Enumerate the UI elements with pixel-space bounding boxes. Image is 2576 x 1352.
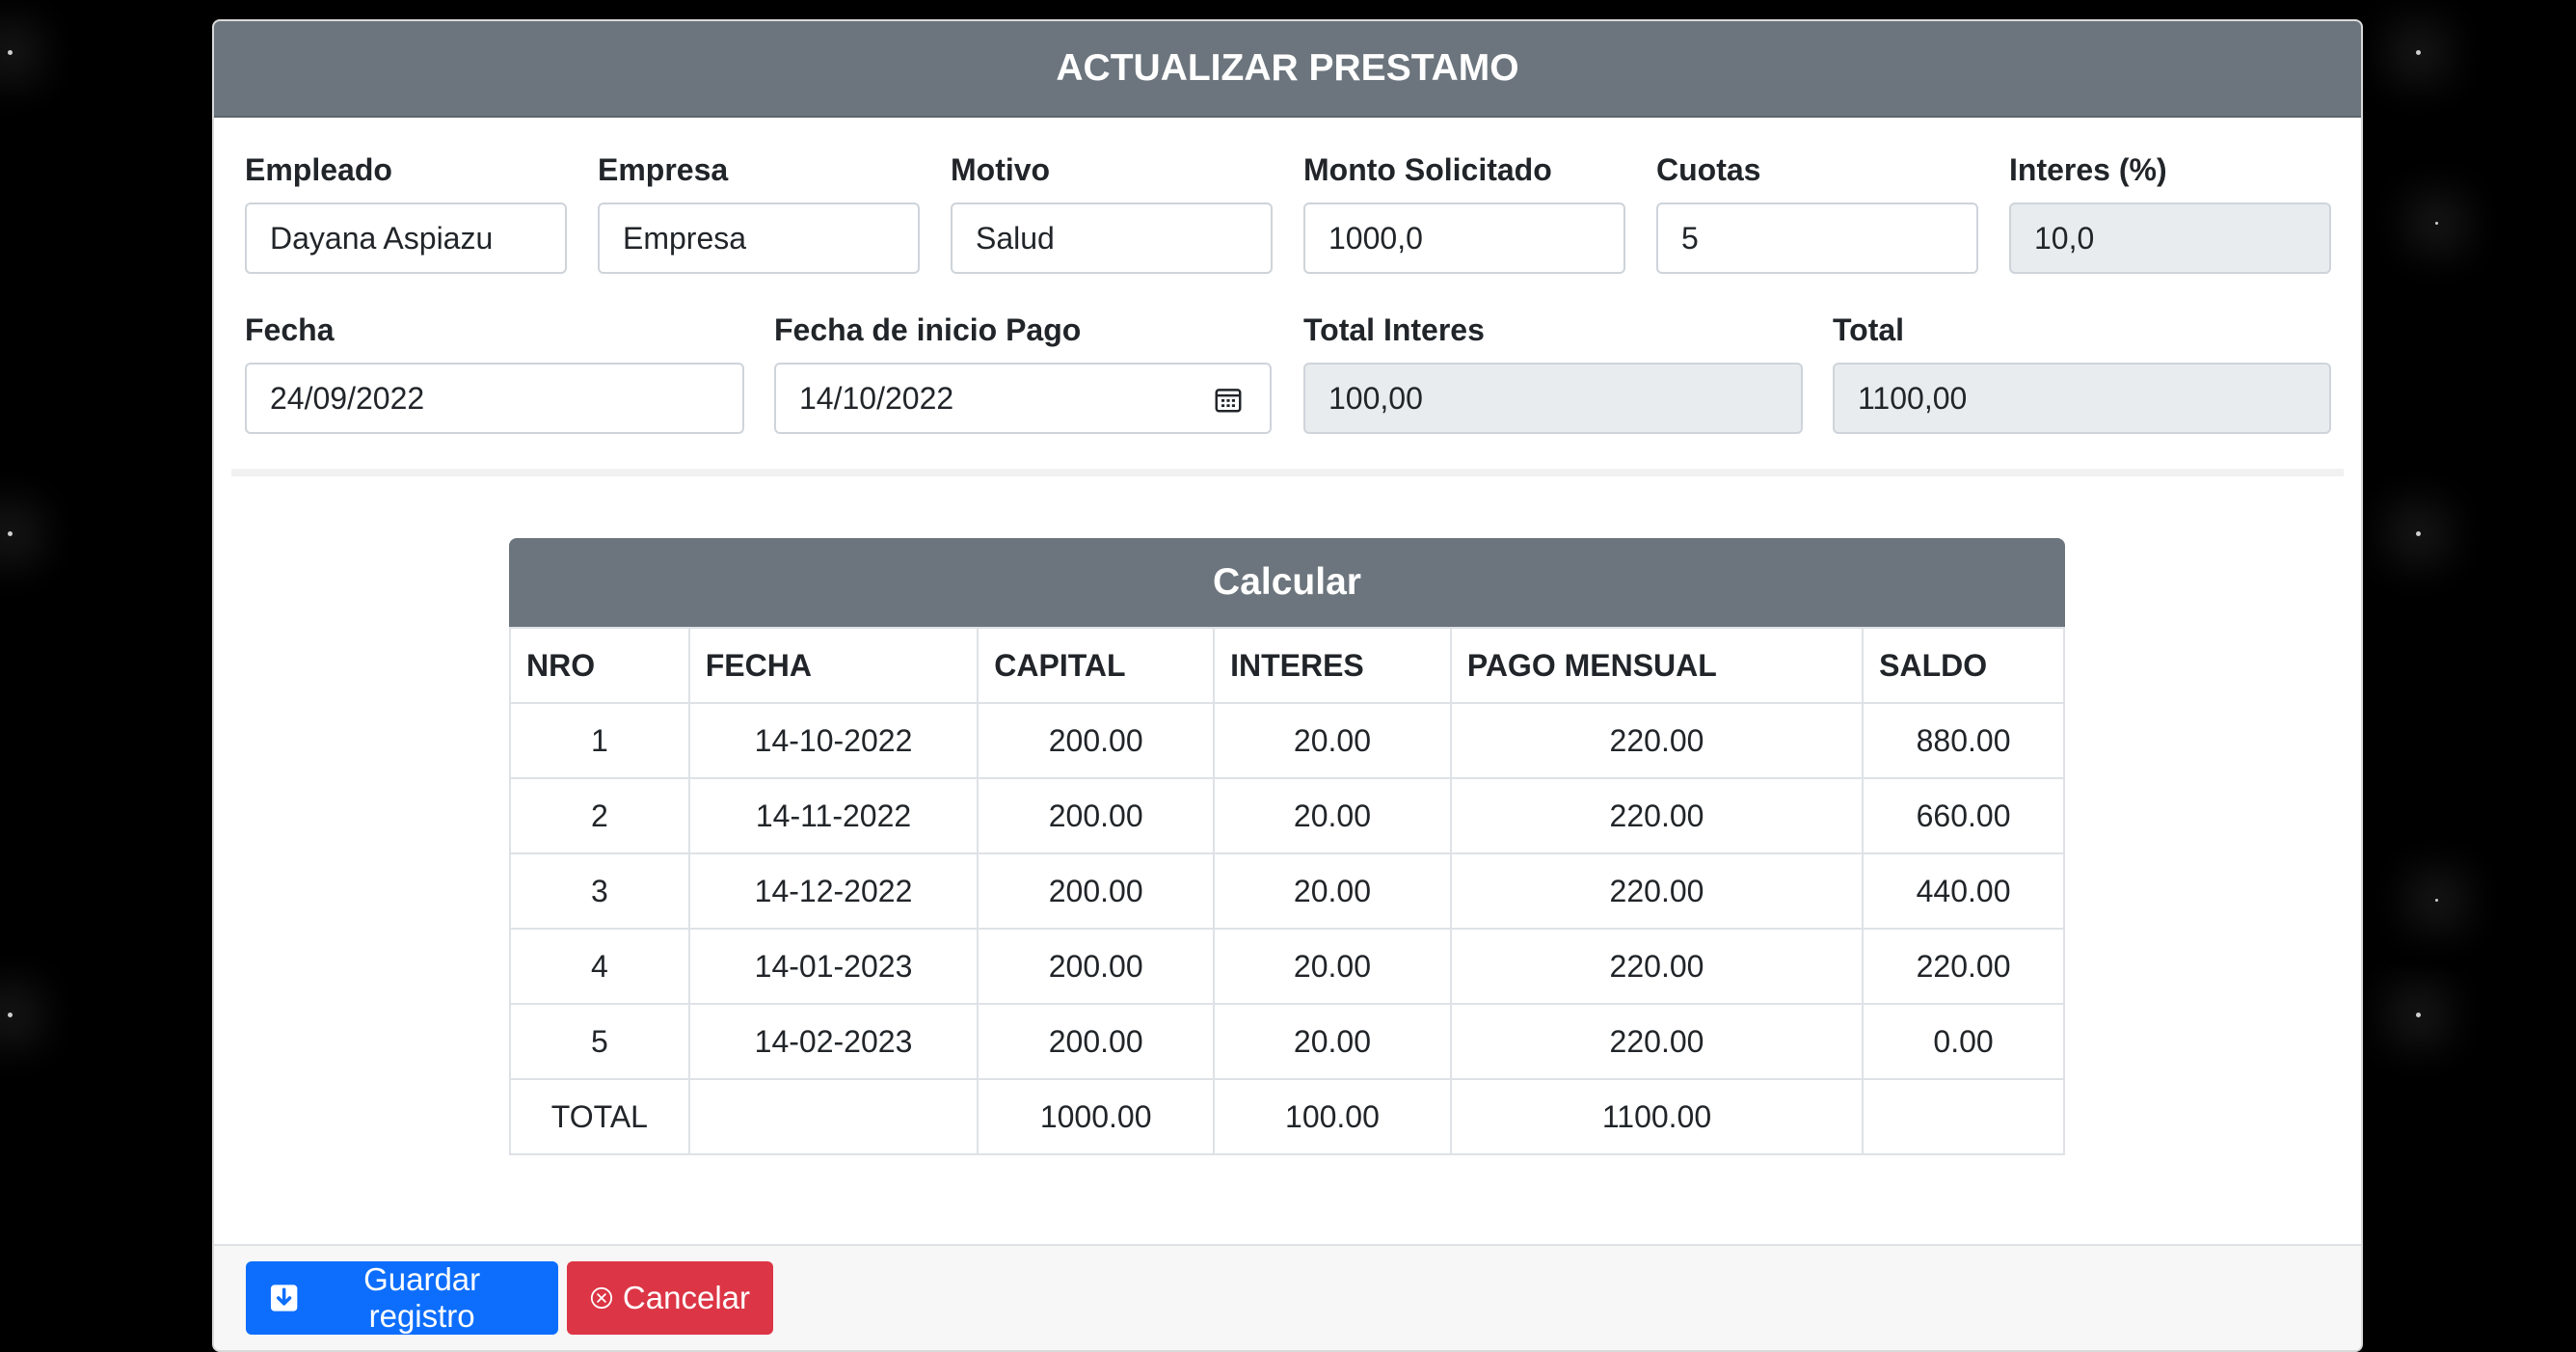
motivo-field[interactable] xyxy=(951,203,1273,274)
column-header: PAGO MENSUAL xyxy=(1449,627,1865,704)
table-row: 4 14-01-2023 200.00 20.00 220.00 220.00 xyxy=(509,928,2065,1005)
table-cell: 1100.00 xyxy=(1449,1078,1865,1155)
table-cell: TOTAL xyxy=(509,1078,690,1155)
cuotas-label: Cuotas xyxy=(1656,152,1761,187)
table-cell: 440.00 xyxy=(1862,852,2065,930)
table-cell: 1000.00 xyxy=(977,1078,1216,1155)
column-header: FECHA xyxy=(687,627,979,704)
column-header: CAPITAL xyxy=(977,627,1216,704)
total-label: Total xyxy=(1833,312,1905,347)
update-loan-modal: ACTUALIZAR PRESTAMO Empleado Empresa Mot… xyxy=(212,19,2363,1352)
table-row: 3 14-12-2022 200.00 20.00 220.00 440.00 xyxy=(509,852,2065,930)
cancel-button[interactable]: Cancelar xyxy=(567,1261,773,1335)
table-cell: 880.00 xyxy=(1862,702,2065,779)
calcular-header: Calcular xyxy=(509,538,2065,627)
table-cell: 1 xyxy=(509,702,690,779)
table-cell: 660.00 xyxy=(1862,777,2065,854)
table-cell: 5 xyxy=(509,1003,690,1080)
column-header: SALDO xyxy=(1862,627,2065,704)
table-cell: 200.00 xyxy=(977,702,1216,779)
table-cell: 220.00 xyxy=(1449,702,1865,779)
monto-field[interactable] xyxy=(1303,203,1625,274)
empresa-label: Empresa xyxy=(598,152,729,187)
cuotas-field[interactable] xyxy=(1656,203,1978,274)
table-cell: 200.00 xyxy=(977,928,1216,1005)
calendar-icon[interactable] xyxy=(1215,386,1242,413)
table-cell: 20.00 xyxy=(1213,1003,1452,1080)
table-cell: 220.00 xyxy=(1449,928,1865,1005)
backdrop-decoration xyxy=(2416,1013,2421,1017)
table-cell: 20.00 xyxy=(1213,777,1452,854)
monto-label: Monto Solicitado xyxy=(1303,152,1552,187)
table-cell: 14-11-2022 xyxy=(687,777,979,854)
table-cell: 200.00 xyxy=(977,1003,1216,1080)
table-cell: 2 xyxy=(509,777,690,854)
table-row: 1 14-10-2022 200.00 20.00 220.00 880.00 xyxy=(509,702,2065,779)
modal-title: ACTUALIZAR PRESTAMO xyxy=(1056,47,1519,89)
backdrop-decoration xyxy=(8,1013,13,1017)
download-icon xyxy=(270,1284,298,1311)
table-row: 5 14-02-2023 200.00 20.00 220.00 0.00 xyxy=(509,1003,2065,1080)
table-cell: 220.00 xyxy=(1449,852,1865,930)
table-cell: 100.00 xyxy=(1213,1078,1452,1155)
empresa-field[interactable] xyxy=(598,203,920,274)
table-cell: 4 xyxy=(509,928,690,1005)
table-cell: 14-02-2023 xyxy=(687,1003,979,1080)
amortization-table: NRO FECHA CAPITAL INTERES PAGO MENSUAL S… xyxy=(509,627,2065,1155)
table-cell: 200.00 xyxy=(977,852,1216,930)
fecha-label: Fecha xyxy=(245,312,335,347)
table-cell: 14-10-2022 xyxy=(687,702,979,779)
section-divider xyxy=(231,469,2344,476)
column-header: NRO xyxy=(509,627,690,704)
interes-label: Interes (%) xyxy=(2009,152,2167,187)
table-cell: 200.00 xyxy=(977,777,1216,854)
fecha-inicio-label: Fecha de inicio Pago xyxy=(774,312,1082,347)
empleado-field[interactable] xyxy=(245,203,567,274)
save-button[interactable]: Guardar registro xyxy=(246,1261,558,1335)
table-cell: 14-12-2022 xyxy=(687,852,979,930)
backdrop-decoration xyxy=(8,50,13,55)
interes-field xyxy=(2009,203,2331,274)
motivo-label: Motivo xyxy=(951,152,1051,187)
table-cell: 220.00 xyxy=(1449,777,1865,854)
backdrop-decoration xyxy=(2416,531,2421,536)
save-button-label: Guardar registro xyxy=(363,1261,481,1334)
table-cell: 220.00 xyxy=(1862,928,2065,1005)
backdrop-decoration xyxy=(2435,222,2438,225)
table-cell: 20.00 xyxy=(1213,928,1452,1005)
total-field xyxy=(1833,363,2331,434)
column-header: INTERES xyxy=(1213,627,1452,704)
table-cell xyxy=(687,1078,979,1155)
table-cell: 220.00 xyxy=(1449,1003,1865,1080)
table-row: 2 14-11-2022 200.00 20.00 220.00 660.00 xyxy=(509,777,2065,854)
backdrop-decoration xyxy=(2416,50,2421,55)
table-total-row: TOTAL 1000.00 100.00 1100.00 xyxy=(509,1078,2065,1155)
table-cell xyxy=(1862,1078,2065,1155)
total-interes-field xyxy=(1303,363,1803,434)
table-header-row: NRO FECHA CAPITAL INTERES PAGO MENSUAL S… xyxy=(509,627,2065,704)
backdrop-decoration xyxy=(8,531,13,536)
table-cell: 14-01-2023 xyxy=(687,928,979,1005)
backdrop-decoration xyxy=(2435,899,2438,902)
fecha-inicio-field[interactable] xyxy=(774,363,1272,434)
circle-x-icon xyxy=(590,1286,613,1310)
empleado-label: Empleado xyxy=(245,152,392,187)
cancel-button-label: Cancelar xyxy=(622,1280,750,1315)
calcular-title: Calcular xyxy=(1213,561,1361,603)
modal-header: ACTUALIZAR PRESTAMO xyxy=(214,21,2361,118)
table-cell: 20.00 xyxy=(1213,852,1452,930)
table-cell: 0.00 xyxy=(1862,1003,2065,1080)
table-cell: 3 xyxy=(509,852,690,930)
table-cell: 20.00 xyxy=(1213,702,1452,779)
fecha-field[interactable] xyxy=(245,363,744,434)
total-interes-label: Total Interes xyxy=(1303,312,1485,347)
